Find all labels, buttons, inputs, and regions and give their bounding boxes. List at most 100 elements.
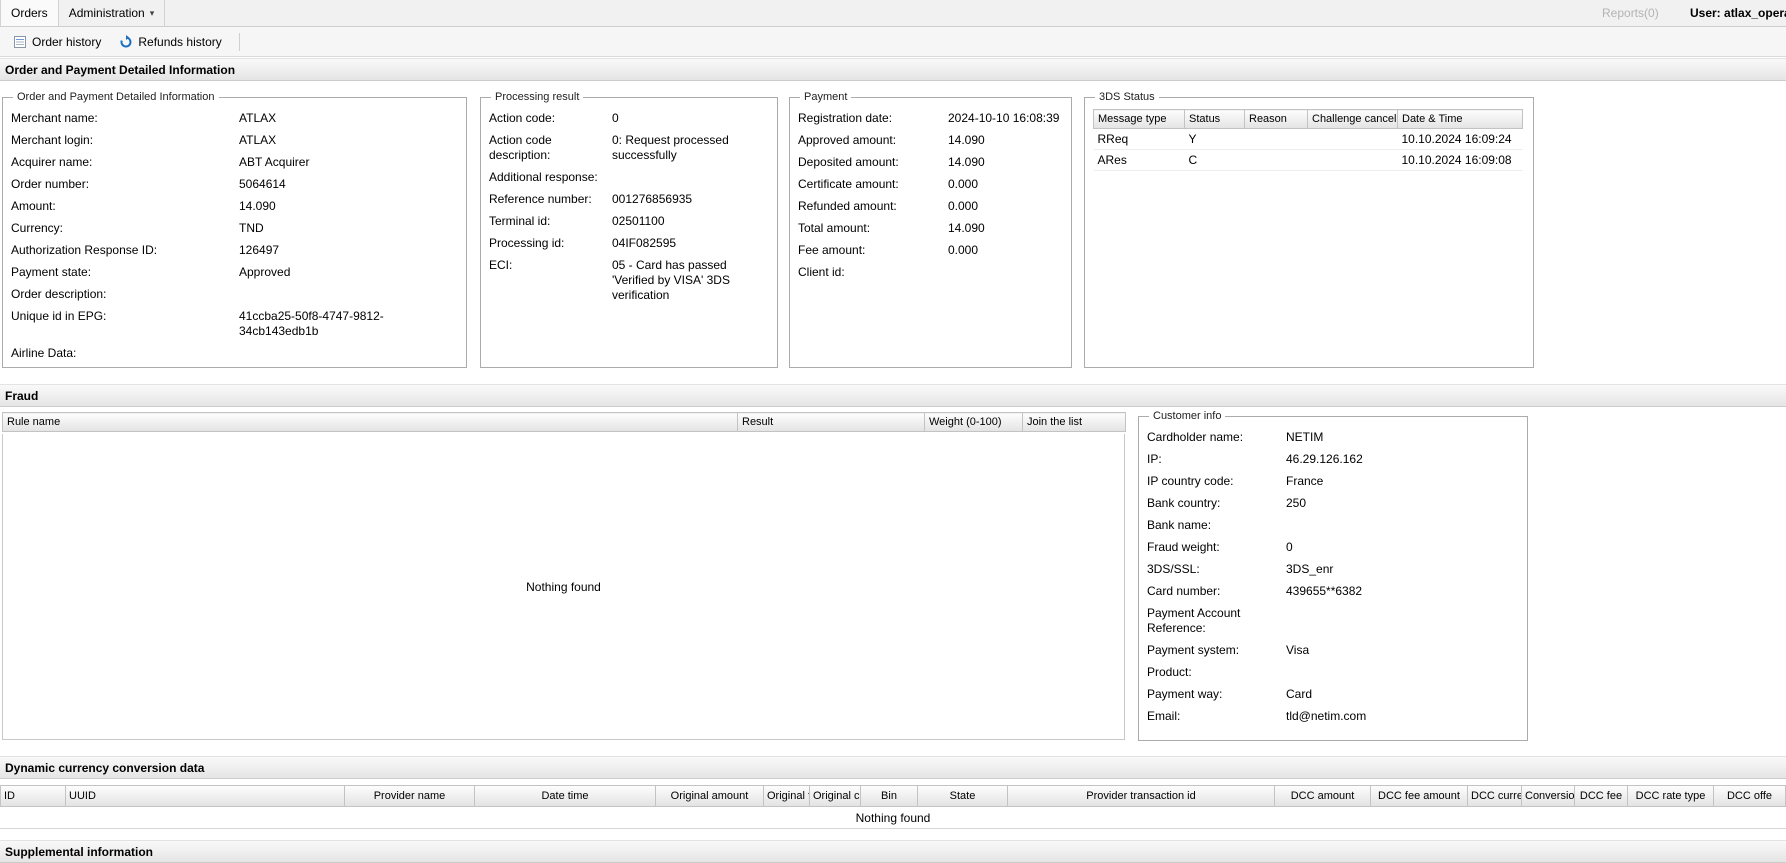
fraud-empty-message: Nothing found (526, 579, 601, 594)
threeds-header-row: Message type Status Reason Challenge can… (1093, 109, 1523, 129)
dcc-column-header[interactable]: DCC rate type (1628, 785, 1714, 807)
refunds-history-button[interactable]: Refunds history (110, 31, 230, 53)
field-label: Payment system: (1147, 643, 1240, 657)
field-row: Additional response: (489, 170, 769, 185)
field-label: Unique id in EPG: (11, 309, 107, 323)
field-row: Reference number: 001276856935 (489, 192, 769, 207)
threeds-col-date-time: Date & Time (1397, 109, 1523, 129)
customer-info-legend: Customer info (1153, 410, 1222, 422)
dcc-column-header[interactable]: Bin (861, 785, 918, 807)
dcc-column-header[interactable]: ID (1, 785, 66, 807)
field-value: 3DS_enr (1286, 562, 1334, 576)
field-value: tld@netim.com (1286, 709, 1367, 723)
threeds-col-status: Status (1184, 109, 1245, 129)
dcc-column-header[interactable]: Original amount (656, 785, 764, 807)
customer-info-panel: Customer info Cardholder name: NETIM IP:… (1138, 410, 1528, 741)
dcc-column-header[interactable]: UUID (66, 785, 345, 807)
dcc-column-header[interactable]: Conversio (1522, 785, 1575, 807)
dcc-column-header[interactable]: Provider transaction id (1008, 785, 1275, 807)
field-row: Refunded amount: 0.000 (798, 199, 1063, 214)
fraud-col-join-the-list[interactable]: Join the list (1022, 412, 1126, 432)
cell-status: Y (1184, 128, 1245, 150)
reports-link[interactable]: Reports(0) (1602, 0, 1659, 27)
field-value: 14.090 (239, 199, 276, 213)
field-row: Action code: 0 (489, 111, 769, 126)
field-value: ATLAX (239, 133, 277, 147)
cell-date-time: 10.10.2024 16:09:08 (1397, 149, 1523, 171)
field-row: Fraud weight: 0 (1147, 540, 1519, 555)
field-value: 0 (1286, 540, 1293, 554)
dcc-column-header[interactable]: Original f (764, 785, 810, 807)
cell-challenge-cancel (1307, 128, 1398, 150)
section-details-title: Order and Payment Detailed Information (5, 62, 236, 77)
field-label: Approved amount: (798, 133, 897, 147)
order-history-button[interactable]: Order history (4, 31, 110, 53)
field-row: Card number: 439655**6382 (1147, 584, 1519, 599)
section-supplemental-title: Supplemental information (5, 844, 154, 859)
field-label: Merchant name: (11, 111, 98, 125)
field-label: Product: (1147, 665, 1192, 679)
fraud-col-weight[interactable]: Weight (0-100) (924, 412, 1023, 432)
field-label: Email: (1147, 709, 1181, 723)
field-row: Total amount: 14.090 (798, 221, 1063, 236)
field-value: 0 (612, 111, 619, 125)
field-value: 14.090 (948, 221, 985, 235)
fraud-col-rule-name[interactable]: Rule name (2, 412, 738, 432)
field-value: 2024-10-10 16:08:39 (948, 111, 1060, 125)
dcc-column-header[interactable]: Original c (810, 785, 861, 807)
refunds-history-icon (120, 34, 132, 47)
processing-result-panel: Processing result Action code: 0 Action … (480, 91, 778, 368)
field-row: Payment way: Card (1147, 687, 1519, 702)
field-label: Card number: (1147, 584, 1221, 598)
dcc-column-header[interactable]: Provider name (345, 785, 475, 807)
section-header-supplemental: Supplemental information (0, 840, 1786, 863)
field-label: Amount: (11, 199, 56, 213)
threeds-status-panel: 3DS Status Message type Status Reason Ch… (1084, 91, 1534, 368)
field-label: Payment way: (1147, 687, 1223, 701)
field-value: 0: Request processed successfully (612, 133, 729, 162)
fraud-col-result[interactable]: Result (737, 412, 925, 432)
field-row: Payment state: Approved (11, 265, 458, 280)
field-row: Processing id: 04IF082595 (489, 236, 769, 251)
toolbar: Order history Refunds history (0, 27, 1786, 57)
field-row: Terminal id: 02501100 (489, 214, 769, 229)
field-row: Fee amount: 0.000 (798, 243, 1063, 258)
cell-message-type: RReq (1093, 128, 1185, 150)
dcc-column-header[interactable]: DCC amount (1275, 785, 1371, 807)
field-row: Order description: (11, 287, 458, 302)
field-label: 3DS/SSL: (1147, 562, 1200, 576)
field-value: 04IF082595 (612, 236, 677, 250)
dcc-column-header[interactable]: State (918, 785, 1008, 807)
threeds-table-body: RReq Y 10.10.2024 16:09:24 ARes C 10.10.… (1093, 128, 1523, 171)
field-label: Processing id: (489, 236, 565, 250)
field-label: Order number: (11, 177, 90, 191)
field-value: TND (239, 221, 264, 235)
dcc-column-header[interactable]: Date time (475, 785, 656, 807)
menu-item-administration[interactable]: Administration ▾ (59, 0, 166, 26)
field-label: Refunded amount: (798, 199, 897, 213)
order-history-icon (14, 35, 26, 48)
field-value: 439655**6382 (1286, 584, 1363, 598)
field-row: Bank country: 250 (1147, 496, 1519, 511)
field-value: Visa (1286, 643, 1310, 657)
cell-reason (1244, 149, 1308, 171)
field-value: 02501100 (612, 214, 665, 228)
field-row: Payment Account Reference: (1147, 606, 1519, 636)
field-row: Currency: TND (11, 221, 458, 236)
cell-message-type: ARes (1093, 149, 1185, 171)
field-value: ABT Acquirer (239, 155, 310, 169)
dcc-column-header[interactable]: DCC offe (1714, 785, 1786, 807)
field-value: 14.090 (948, 155, 985, 169)
field-label: Payment state: (11, 265, 92, 279)
dcc-column-header[interactable]: DCC fee amount (1371, 785, 1468, 807)
field-label: Currency: (11, 221, 64, 235)
dcc-column-header[interactable]: DCC fee (1575, 785, 1628, 807)
order-details-panel: Order and Payment Detailed Information M… (2, 91, 467, 368)
cell-reason (1244, 128, 1308, 150)
menu-item-orders[interactable]: Orders (0, 0, 59, 26)
field-label: IP: (1147, 452, 1162, 466)
dcc-column-header[interactable]: DCC curre (1468, 785, 1522, 807)
field-value: 250 (1286, 496, 1307, 510)
field-label: Deposited amount: (798, 155, 899, 169)
dcc-table-header: ID UUID Provider name Date time Original… (0, 785, 1786, 807)
